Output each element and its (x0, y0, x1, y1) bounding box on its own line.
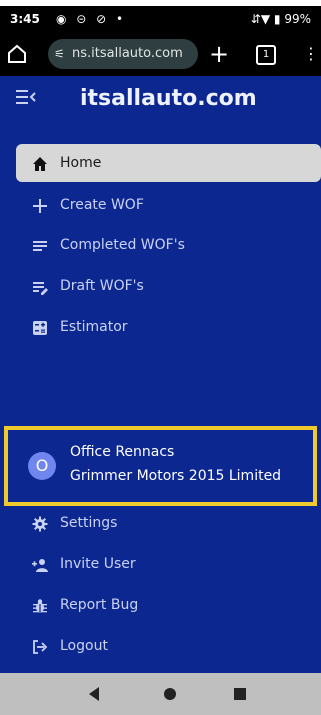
browser-home-button[interactable] (6, 42, 28, 66)
brand-title: itsallauto.com (80, 86, 257, 111)
nav-item-logout[interactable]: Logout (16, 629, 321, 665)
nav-item-settings[interactable]: Settings (16, 506, 321, 542)
nav-item-label: Create WOF (60, 197, 144, 213)
recent-apps-icon[interactable] (234, 688, 246, 700)
status-right: ⇵▼ ▮ 99% (251, 12, 311, 26)
nav-item-report-bug[interactable]: Report Bug (16, 588, 321, 624)
nav-item-completed-wofs[interactable]: Completed WOF's (16, 226, 321, 264)
nav-item-label: Logout (60, 638, 108, 654)
user-account-card[interactable]: O Office Rennacs Grimmer Motors 2015 Lim… (4, 426, 317, 506)
site-settings-icon[interactable]: ⚟ (54, 39, 65, 69)
nav-item-label: Completed WOF's (60, 237, 185, 253)
nav-item-label: Draft WOF's (60, 278, 144, 294)
tab-switcher-button[interactable]: 1 (256, 45, 276, 65)
nav-item-label: Home (60, 155, 102, 171)
menu-collapse-icon (16, 90, 36, 104)
system-navigation-bar (0, 673, 321, 715)
browser-toolbar: ⚟ ns.itsallauto.com + 1 ⋮ (0, 34, 321, 76)
avatar: O (28, 452, 56, 480)
home-circle-icon[interactable] (164, 688, 176, 700)
home-icon (33, 157, 47, 171)
status-notification-icons: ◉ ⊝ ⊘ • (56, 12, 127, 26)
address-bar[interactable]: ⚟ ns.itsallauto.com (48, 39, 198, 69)
browser-menu-button[interactable]: ⋮ (303, 44, 319, 64)
bug-icon (33, 599, 47, 613)
menu-collapse-button[interactable] (16, 89, 36, 105)
nav-item-label: Report Bug (60, 597, 139, 613)
lines-icon (33, 241, 47, 251)
add-user-icon (32, 559, 48, 572)
nav-item-estimator[interactable]: Estimator (16, 308, 321, 346)
navigation-drawer: itsallauto.com Home Create WOF Completed… (0, 76, 321, 673)
signal-wifi-icons: ⇵▼ ▮ (250, 12, 281, 26)
nav-item-draft-wofs[interactable]: Draft WOF's (16, 267, 321, 305)
battery-level: 99% (284, 12, 311, 26)
status-time: 3:45 (10, 12, 40, 26)
nav-item-invite-user[interactable]: Invite User (16, 547, 321, 583)
nav-item-home[interactable]: Home (16, 144, 321, 182)
plus-icon (33, 199, 47, 213)
back-icon[interactable] (89, 687, 99, 701)
new-tab-button[interactable]: + (207, 40, 231, 68)
home-outline-icon (8, 44, 26, 63)
edit-lines-icon (33, 282, 48, 295)
user-name: Office Rennacs (70, 444, 175, 460)
logout-icon (33, 640, 48, 654)
calculator-icon (33, 321, 47, 335)
status-bar: 3:45 ◉ ⊝ ⊘ • ⇵▼ ▮ 99% (0, 6, 321, 34)
user-company: Grimmer Motors 2015 Limited (70, 468, 282, 484)
nav-item-label: Settings (60, 515, 118, 531)
nav-item-create-wof[interactable]: Create WOF (16, 186, 321, 224)
nav-item-label: Invite User (60, 556, 136, 572)
nav-item-label: Estimator (60, 319, 128, 335)
gear-icon (32, 516, 48, 532)
url-text: ns.itsallauto.com (72, 46, 183, 61)
